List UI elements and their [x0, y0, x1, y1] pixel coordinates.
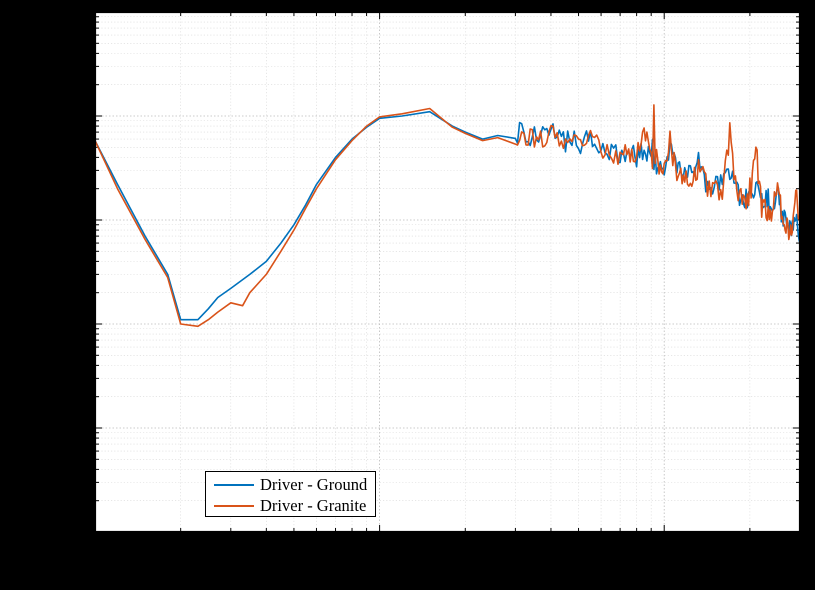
chart-container: Driver - Ground Driver - Granite	[0, 0, 815, 590]
legend-label-ground: Driver - Ground	[260, 474, 367, 495]
plot-svg	[95, 12, 800, 532]
legend-swatch-ground	[214, 484, 254, 486]
legend-swatch-granite	[214, 505, 254, 507]
plot-area: Driver - Ground Driver - Granite	[95, 12, 800, 532]
legend-item-ground: Driver - Ground	[214, 474, 367, 495]
legend-label-granite: Driver - Granite	[260, 495, 366, 516]
legend: Driver - Ground Driver - Granite	[205, 471, 376, 517]
legend-item-granite: Driver - Granite	[214, 495, 367, 516]
